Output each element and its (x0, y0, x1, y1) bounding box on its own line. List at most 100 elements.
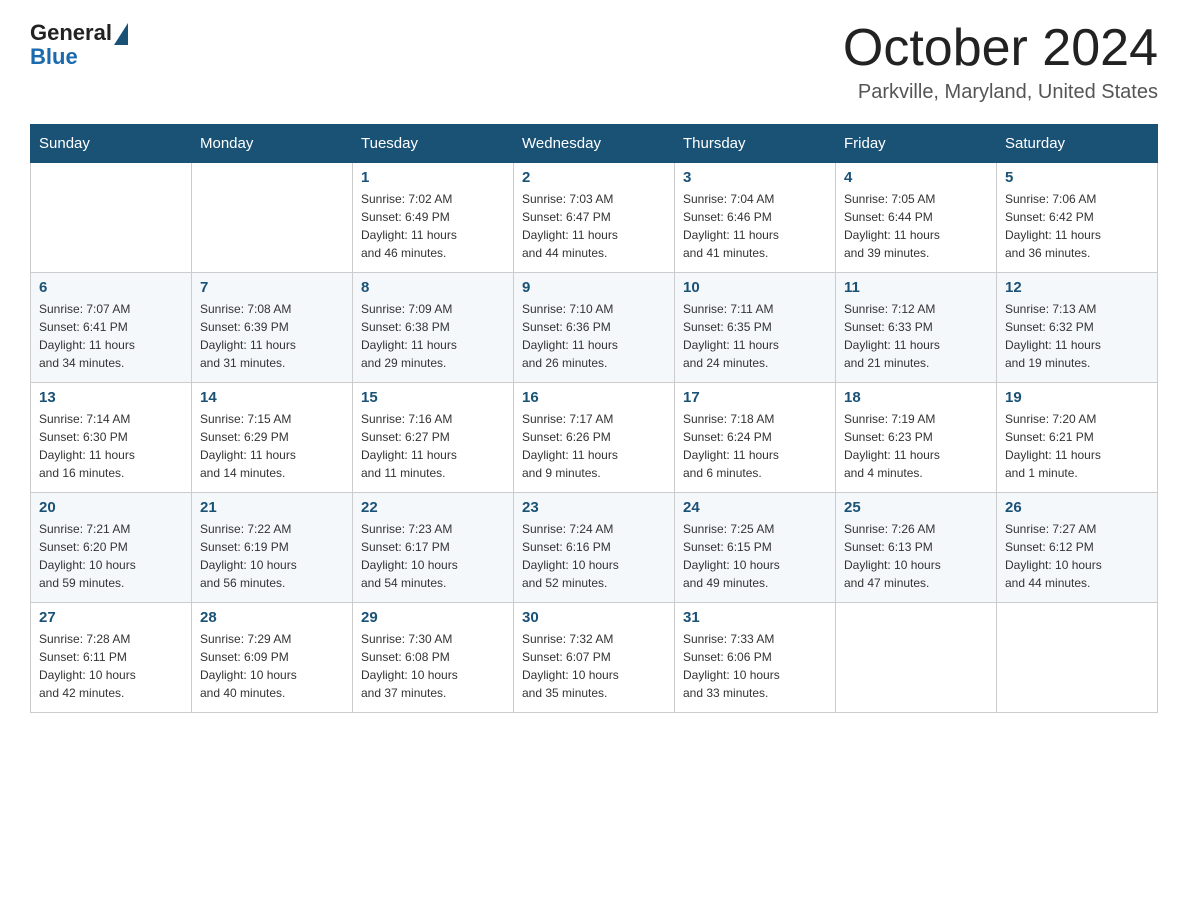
day-number: 31 (683, 609, 827, 626)
day-info: Sunrise: 7:30 AM Sunset: 6:08 PM Dayligh… (361, 630, 505, 702)
calendar-cell: 1 Sunrise: 7:02 AM Sunset: 6:49 PM Daylig… (353, 163, 514, 273)
day-info: Sunrise: 7:06 AM Sunset: 6:42 PM Dayligh… (1005, 190, 1149, 262)
day-info: Sunrise: 7:13 AM Sunset: 6:32 PM Dayligh… (1005, 300, 1149, 372)
title-block: October 2024 Parkville, Maryland, United… (843, 20, 1158, 104)
week-row-2: 6 Sunrise: 7:07 AM Sunset: 6:41 PM Daylig… (31, 273, 1158, 383)
day-info: Sunrise: 7:12 AM Sunset: 6:33 PM Dayligh… (844, 300, 988, 372)
calendar-cell: 16 Sunrise: 7:17 AM Sunset: 6:26 PM Dayli… (514, 383, 675, 493)
weekday-header-sunday: Sunday (31, 125, 192, 163)
calendar-cell: 24 Sunrise: 7:25 AM Sunset: 6:15 PM Dayli… (675, 493, 836, 603)
day-number: 24 (683, 499, 827, 516)
calendar-cell (31, 163, 192, 273)
day-number: 16 (522, 389, 666, 406)
day-number: 2 (522, 169, 666, 186)
month-title: October 2024 (843, 20, 1158, 77)
calendar-cell (192, 163, 353, 273)
calendar-cell: 7 Sunrise: 7:08 AM Sunset: 6:39 PM Daylig… (192, 273, 353, 383)
week-row-3: 13 Sunrise: 7:14 AM Sunset: 6:30 PM Dayli… (31, 383, 1158, 493)
day-info: Sunrise: 7:29 AM Sunset: 6:09 PM Dayligh… (200, 630, 344, 702)
calendar-cell: 12 Sunrise: 7:13 AM Sunset: 6:32 PM Dayli… (997, 273, 1158, 383)
day-info: Sunrise: 7:25 AM Sunset: 6:15 PM Dayligh… (683, 520, 827, 592)
day-info: Sunrise: 7:33 AM Sunset: 6:06 PM Dayligh… (683, 630, 827, 702)
day-info: Sunrise: 7:16 AM Sunset: 6:27 PM Dayligh… (361, 410, 505, 482)
day-info: Sunrise: 7:05 AM Sunset: 6:44 PM Dayligh… (844, 190, 988, 262)
day-info: Sunrise: 7:11 AM Sunset: 6:35 PM Dayligh… (683, 300, 827, 372)
day-number: 29 (361, 609, 505, 626)
calendar-cell: 2 Sunrise: 7:03 AM Sunset: 6:47 PM Daylig… (514, 163, 675, 273)
day-number: 28 (200, 609, 344, 626)
day-info: Sunrise: 7:07 AM Sunset: 6:41 PM Dayligh… (39, 300, 183, 372)
calendar-cell: 19 Sunrise: 7:20 AM Sunset: 6:21 PM Dayli… (997, 383, 1158, 493)
day-number: 5 (1005, 169, 1149, 186)
calendar-cell: 22 Sunrise: 7:23 AM Sunset: 6:17 PM Dayli… (353, 493, 514, 603)
day-info: Sunrise: 7:22 AM Sunset: 6:19 PM Dayligh… (200, 520, 344, 592)
day-info: Sunrise: 7:24 AM Sunset: 6:16 PM Dayligh… (522, 520, 666, 592)
calendar-cell: 23 Sunrise: 7:24 AM Sunset: 6:16 PM Dayli… (514, 493, 675, 603)
calendar-cell: 15 Sunrise: 7:16 AM Sunset: 6:27 PM Dayli… (353, 383, 514, 493)
day-info: Sunrise: 7:09 AM Sunset: 6:38 PM Dayligh… (361, 300, 505, 372)
day-number: 8 (361, 279, 505, 296)
day-info: Sunrise: 7:27 AM Sunset: 6:12 PM Dayligh… (1005, 520, 1149, 592)
day-number: 27 (39, 609, 183, 626)
day-info: Sunrise: 7:14 AM Sunset: 6:30 PM Dayligh… (39, 410, 183, 482)
calendar-cell: 17 Sunrise: 7:18 AM Sunset: 6:24 PM Dayli… (675, 383, 836, 493)
calendar-cell: 6 Sunrise: 7:07 AM Sunset: 6:41 PM Daylig… (31, 273, 192, 383)
day-info: Sunrise: 7:02 AM Sunset: 6:49 PM Dayligh… (361, 190, 505, 262)
page-header: General Blue October 2024 Parkville, Mar… (30, 20, 1158, 104)
weekday-header-thursday: Thursday (675, 125, 836, 163)
day-number: 22 (361, 499, 505, 516)
day-number: 15 (361, 389, 505, 406)
day-number: 14 (200, 389, 344, 406)
day-number: 4 (844, 169, 988, 186)
calendar-cell: 20Sunrise: 7:21 AM Sunset: 6:20 PM Dayli… (31, 493, 192, 603)
day-number: 18 (844, 389, 988, 406)
day-number: 25 (844, 499, 988, 516)
day-info: Sunrise: 7:17 AM Sunset: 6:26 PM Dayligh… (522, 410, 666, 482)
day-number: 17 (683, 389, 827, 406)
day-number: 13 (39, 389, 183, 406)
day-info: Sunrise: 7:03 AM Sunset: 6:47 PM Dayligh… (522, 190, 666, 262)
day-info: Sunrise: 7:10 AM Sunset: 6:36 PM Dayligh… (522, 300, 666, 372)
calendar-cell: 28 Sunrise: 7:29 AM Sunset: 6:09 PM Dayli… (192, 603, 353, 713)
day-number: 3 (683, 169, 827, 186)
day-number: 12 (1005, 279, 1149, 296)
day-info: Sunrise: 7:26 AM Sunset: 6:13 PM Dayligh… (844, 520, 988, 592)
calendar-cell: 3 Sunrise: 7:04 AM Sunset: 6:46 PM Daylig… (675, 163, 836, 273)
calendar-cell: 26 Sunrise: 7:27 AM Sunset: 6:12 PM Dayli… (997, 493, 1158, 603)
calendar-cell: 14Sunrise: 7:15 AM Sunset: 6:29 PM Dayli… (192, 383, 353, 493)
day-number: 23 (522, 499, 666, 516)
calendar-cell (997, 603, 1158, 713)
weekday-header-row: SundayMondayTuesdayWednesdayThursdayFrid… (31, 125, 1158, 163)
week-row-4: 20Sunrise: 7:21 AM Sunset: 6:20 PM Dayli… (31, 493, 1158, 603)
day-number: 11 (844, 279, 988, 296)
day-number: 6 (39, 279, 183, 296)
logo-blue-text: Blue (30, 44, 78, 70)
calendar-cell: 29 Sunrise: 7:30 AM Sunset: 6:08 PM Dayli… (353, 603, 514, 713)
day-number: 7 (200, 279, 344, 296)
weekday-header-saturday: Saturday (997, 125, 1158, 163)
day-info: Sunrise: 7:28 AM Sunset: 6:11 PM Dayligh… (39, 630, 183, 702)
calendar-cell: 18Sunrise: 7:19 AM Sunset: 6:23 PM Dayli… (836, 383, 997, 493)
day-number: 26 (1005, 499, 1149, 516)
calendar-cell: 9Sunrise: 7:10 AM Sunset: 6:36 PM Daylig… (514, 273, 675, 383)
day-number: 30 (522, 609, 666, 626)
logo-general-text: General (30, 20, 112, 46)
calendar-cell: 13 Sunrise: 7:14 AM Sunset: 6:30 PM Dayli… (31, 383, 192, 493)
day-info: Sunrise: 7:21 AM Sunset: 6:20 PM Dayligh… (39, 520, 183, 592)
week-row-1: 1 Sunrise: 7:02 AM Sunset: 6:49 PM Daylig… (31, 163, 1158, 273)
calendar-cell: 21Sunrise: 7:22 AM Sunset: 6:19 PM Dayli… (192, 493, 353, 603)
logo-triangle-icon (114, 23, 128, 45)
calendar-cell: 27 Sunrise: 7:28 AM Sunset: 6:11 PM Dayli… (31, 603, 192, 713)
day-info: Sunrise: 7:18 AM Sunset: 6:24 PM Dayligh… (683, 410, 827, 482)
day-info: Sunrise: 7:08 AM Sunset: 6:39 PM Dayligh… (200, 300, 344, 372)
day-info: Sunrise: 7:23 AM Sunset: 6:17 PM Dayligh… (361, 520, 505, 592)
day-number: 19 (1005, 389, 1149, 406)
day-info: Sunrise: 7:20 AM Sunset: 6:21 PM Dayligh… (1005, 410, 1149, 482)
calendar-cell: 4 Sunrise: 7:05 AM Sunset: 6:44 PM Daylig… (836, 163, 997, 273)
logo: General Blue (30, 20, 128, 70)
calendar-cell: 30Sunrise: 7:32 AM Sunset: 6:07 PM Dayli… (514, 603, 675, 713)
calendar-cell: 11 Sunrise: 7:12 AM Sunset: 6:33 PM Dayli… (836, 273, 997, 383)
weekday-header-wednesday: Wednesday (514, 125, 675, 163)
day-info: Sunrise: 7:04 AM Sunset: 6:46 PM Dayligh… (683, 190, 827, 262)
day-number: 1 (361, 169, 505, 186)
